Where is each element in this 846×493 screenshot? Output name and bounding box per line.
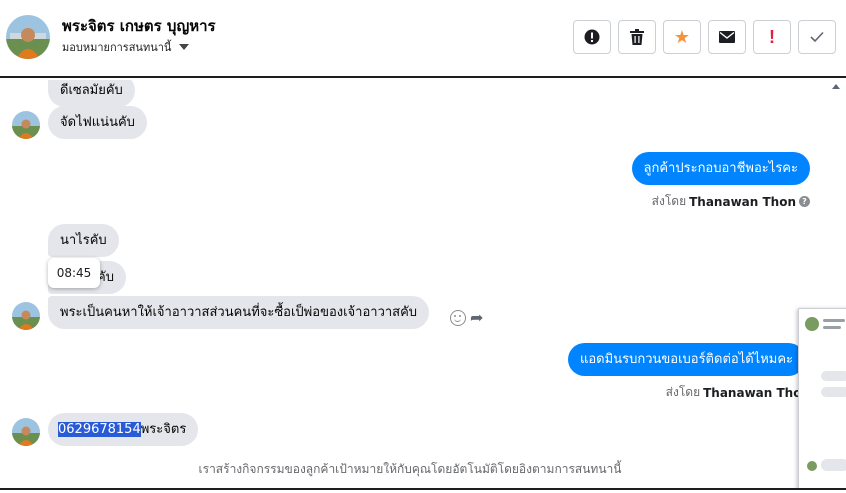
outgoing-message[interactable]: แอดมินรบกวนขอเบอร์ติดต่อได้ไหมคะ <box>568 343 806 376</box>
preview-line <box>823 326 841 329</box>
react-smiley-icon[interactable] <box>450 309 466 326</box>
star-button[interactable]: ★ <box>663 20 701 54</box>
alert-circle-icon <box>584 29 600 45</box>
conversation-preview-popup[interactable] <box>798 308 846 493</box>
outgoing-message[interactable]: ลูกค้าประกอบอาชีพอะไรคะ <box>631 152 810 185</box>
sender-name: Thanawan Thon <box>689 194 796 209</box>
reply-arrow-icon[interactable]: ➦ <box>470 308 483 327</box>
preview-bubble <box>821 387 846 397</box>
star-icon: ★ <box>673 26 691 48</box>
contact-avatar-small[interactable] <box>12 302 40 330</box>
delete-button[interactable] <box>618 20 656 54</box>
contact-name[interactable]: พระจิตร เกษตร บุญหาร <box>62 14 216 38</box>
question-icon[interactable]: ? <box>799 196 810 207</box>
message-thread[interactable]: ดีเซลมัยคับ จัดไฟแน่นคับ ลูกค้าประกอบอาช… <box>0 80 846 493</box>
message-text: พระเป็นคนหาให้เจ้าอาวาสส่วนคนที่จะซื้อเป… <box>60 305 418 320</box>
timestamp-tooltip: 08:45 <box>48 258 100 288</box>
sent-by-label: ส่งโดย Thanawan Thon ? <box>652 192 810 211</box>
follow-up-button[interactable]: ! <box>753 20 791 54</box>
sent-by-prefix: ส่งโดย <box>665 385 701 399</box>
contact-avatar-small[interactable] <box>12 418 40 446</box>
preview-avatar <box>807 461 817 471</box>
contact-avatar[interactable] <box>6 15 50 59</box>
conversation-header: พระจิตร เกษตร บุญหาร มอบหมายการสนทนานี้ … <box>0 0 846 78</box>
message-text: พระจิตร <box>140 422 187 437</box>
auto-activity-note: เราสร้างกิจกรรมของลูกค้าเป้าหมายให้กับคุ… <box>198 462 622 476</box>
preview-bubble <box>821 459 846 471</box>
incoming-message[interactable]: ดีเซลมัยคับ <box>48 80 135 107</box>
incoming-message[interactable]: นาไรคับ <box>48 224 119 257</box>
incoming-message[interactable]: 0629678154พระจิตร <box>48 413 199 446</box>
sent-by-label: ส่งโดย Thanawan Thon <box>666 383 810 402</box>
incoming-message[interactable]: พระเป็นคนหาให้เจ้าอาวาสส่วนคนที่จะซื้อเป… <box>48 296 430 329</box>
checkmark-icon <box>810 31 824 43</box>
exclamation-icon: ! <box>769 26 775 47</box>
sender-name: Thanawan Thon <box>703 385 810 400</box>
caret-down-icon <box>179 44 190 50</box>
mark-done-button[interactable] <box>798 20 836 54</box>
spam-button[interactable] <box>573 20 611 54</box>
message-text: นาไรคับ <box>60 233 107 248</box>
message-actions: ➦ <box>450 308 483 327</box>
preview-line <box>823 319 845 322</box>
selected-phone-number[interactable]: 0629678154 <box>58 422 141 437</box>
incoming-message[interactable]: จัดไฟแน่นคับ <box>48 106 147 139</box>
message-text: ดีเซลมัยคับ <box>60 83 123 98</box>
assign-label: มอบหมายการสนทนานี้ <box>62 41 172 54</box>
envelope-icon <box>719 31 735 43</box>
scroll-up-arrow-icon[interactable] <box>832 84 840 89</box>
header-actions: ★ ! <box>573 20 836 54</box>
message-text: แอดมินรบกวนขอเบอร์ติดต่อได้ไหมคะ <box>580 352 794 367</box>
mark-unread-button[interactable] <box>708 20 746 54</box>
preview-avatar <box>805 317 819 331</box>
message-text: ลูกค้าประกอบอาชีพอะไรคะ <box>643 161 798 176</box>
sent-by-prefix: ส่งโดย <box>651 194 687 208</box>
message-text: จัดไฟแน่นคับ <box>60 115 135 130</box>
composer-border <box>0 488 846 493</box>
assign-conversation-dropdown[interactable]: มอบหมายการสนทนานี้ <box>62 38 190 56</box>
contact-avatar-small[interactable] <box>12 111 40 139</box>
preview-bubble <box>821 371 846 381</box>
trash-icon <box>630 29 644 45</box>
